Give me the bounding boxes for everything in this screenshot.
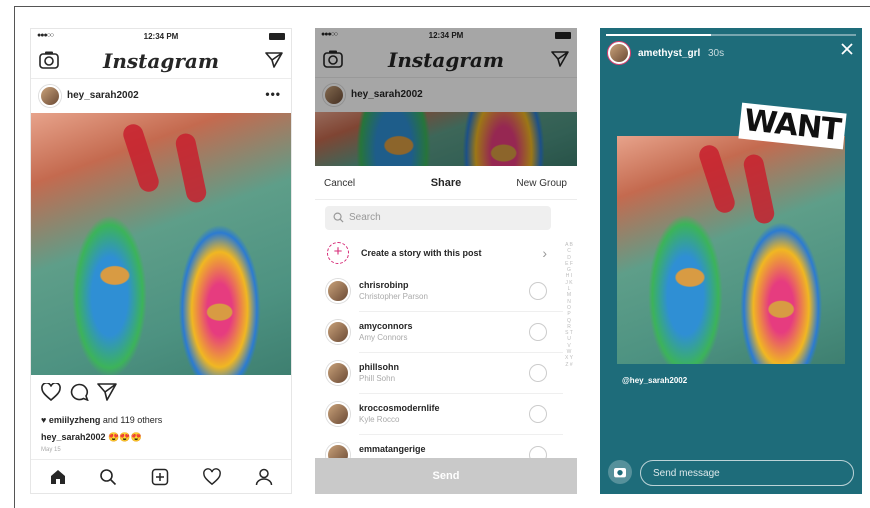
dim-overlay[interactable] xyxy=(315,28,577,166)
caption-emoji: 😍😍😍 xyxy=(108,432,142,442)
add-icon[interactable] xyxy=(151,468,169,486)
caption-username[interactable]: hey_sarah2002 xyxy=(41,432,106,442)
home-icon[interactable] xyxy=(49,468,67,486)
contact-username: amyconnors xyxy=(359,321,413,331)
select-radio[interactable] xyxy=(529,405,547,423)
contact-username: emmatangerige xyxy=(359,444,426,454)
contact-row[interactable]: chrisrobinp Christopher Parson xyxy=(315,272,563,312)
contact-row[interactable]: amyconnors Amy Connors xyxy=(315,313,563,353)
shoe-strap-graphic xyxy=(120,121,162,195)
divider xyxy=(359,311,563,312)
share-screen: ●●●○○ 12:34 PM Instagram hey_sarah2002 C… xyxy=(315,28,577,494)
story-time: 30s xyxy=(708,48,725,59)
contact-row[interactable]: phillsohn Phill Sohn xyxy=(315,354,563,394)
share-sheet-header: Cancel Share New Group xyxy=(315,166,577,200)
battery-icon xyxy=(269,33,285,40)
search-icon[interactable] xyxy=(99,468,117,486)
share-sheet: Cancel Share New Group Search + Create a… xyxy=(315,166,577,494)
feed-screen: ●●●○○ 12:34 PM Instagram hey_sarah2002 •… xyxy=(30,28,292,494)
contact-fullname: Phill Sohn xyxy=(359,374,396,383)
search-icon xyxy=(333,212,344,223)
divider xyxy=(359,352,563,353)
likes-user[interactable]: emiilyzheng xyxy=(49,415,101,425)
likes-line: ♥ emiilyzheng and 119 others xyxy=(41,415,162,425)
select-radio[interactable] xyxy=(529,282,547,300)
story-progress-fill xyxy=(606,34,711,36)
contact-fullname: Amy Connors xyxy=(359,333,408,342)
send-message-input[interactable] xyxy=(640,460,854,486)
close-icon[interactable] xyxy=(840,42,854,56)
heart-icon[interactable] xyxy=(41,383,61,401)
profile-icon[interactable] xyxy=(255,468,273,486)
create-story-label: Create a story with this post xyxy=(361,248,482,258)
avatar[interactable] xyxy=(608,42,630,64)
shoe-strap-graphic xyxy=(173,131,209,205)
post-caption: hey_sarah2002 😍😍😍 xyxy=(41,432,142,443)
send-button[interactable]: Send xyxy=(315,458,577,494)
camera-button[interactable] xyxy=(608,460,632,484)
add-story-icon: + xyxy=(327,242,349,264)
camera-icon xyxy=(614,468,626,478)
contact-username: kroccosmodernlife xyxy=(359,403,440,413)
post-date: May 15 xyxy=(41,447,61,453)
status-bar: ●●●○○ 12:34 PM xyxy=(31,29,291,43)
contact-row[interactable]: kroccosmodernlife Kyle Rocco xyxy=(315,395,563,435)
shoe-strap-graphic xyxy=(696,142,738,216)
post-header: hey_sarah2002 ••• xyxy=(31,79,291,113)
post-photo[interactable] xyxy=(31,113,291,375)
mention-sticker[interactable]: @hey_sarah2002 xyxy=(622,376,687,385)
post-username[interactable]: hey_sarah2002 xyxy=(67,90,139,101)
story-screen: amethyst_grl 30s WANT @hey_sarah2002 xyxy=(600,28,862,494)
divider xyxy=(359,393,563,394)
contact-fullname: Kyle Rocco xyxy=(359,415,400,424)
chevron-right-icon: › xyxy=(542,245,547,261)
frame-border-top xyxy=(14,6,870,7)
paper-plane-icon[interactable] xyxy=(97,383,117,401)
post-actions xyxy=(31,377,291,407)
avatar xyxy=(326,402,350,426)
app-logo: Instagram xyxy=(103,49,219,73)
heart-small-icon: ♥ xyxy=(41,415,49,425)
divider xyxy=(359,434,563,435)
avatar xyxy=(326,279,350,303)
feed-header: Instagram xyxy=(31,43,291,79)
avatar xyxy=(326,361,350,385)
shoe-strap-graphic xyxy=(741,152,777,226)
select-radio[interactable] xyxy=(529,364,547,382)
story-photo[interactable] xyxy=(617,136,845,364)
search-input[interactable]: Search xyxy=(325,206,551,230)
alphabet-index[interactable]: A B C D E F G H I J K L M N O P Q R S T … xyxy=(565,242,573,368)
select-radio[interactable] xyxy=(529,323,547,341)
avatar xyxy=(326,320,350,344)
story-progress-bar xyxy=(606,34,856,36)
bottom-tab-bar xyxy=(31,459,291,493)
comment-bubble-icon[interactable] xyxy=(69,383,89,401)
contact-fullname: Christopher Parson xyxy=(359,292,428,301)
search-placeholder: Search xyxy=(349,212,381,223)
avatar[interactable] xyxy=(39,85,61,107)
frame-border-left xyxy=(14,6,15,508)
more-options-icon[interactable]: ••• xyxy=(265,87,281,101)
story-username[interactable]: amethyst_grl xyxy=(638,48,700,59)
likes-others[interactable]: and 119 others xyxy=(100,415,162,425)
new-group-button[interactable]: New Group xyxy=(516,178,567,189)
story-footer xyxy=(600,452,862,494)
create-story-row[interactable]: + Create a story with this post › xyxy=(315,236,563,272)
contact-username: chrisrobinp xyxy=(359,280,409,290)
status-time: 12:34 PM xyxy=(143,32,179,41)
heart-icon[interactable] xyxy=(203,468,221,486)
direct-message-icon[interactable] xyxy=(265,52,283,68)
contact-username: phillsohn xyxy=(359,362,399,372)
